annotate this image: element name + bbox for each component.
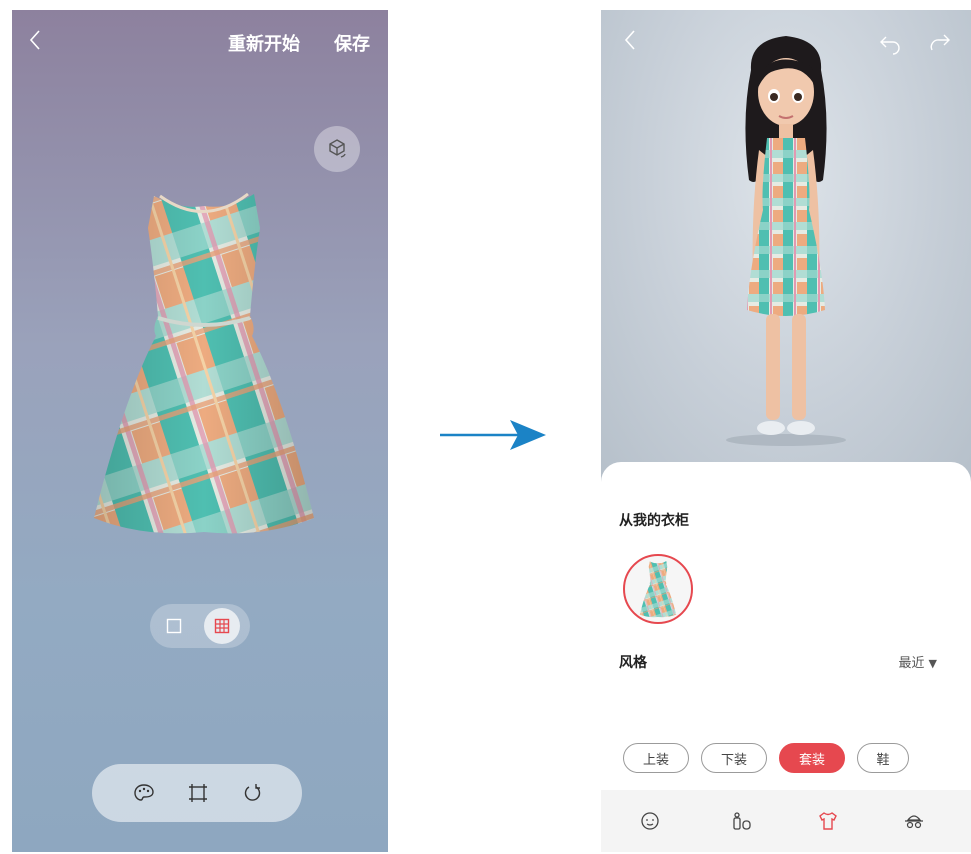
accessory-icon — [905, 815, 923, 829]
caret-down-icon: ▼ — [928, 657, 937, 670]
view-mode-toggle — [150, 604, 250, 648]
back-button[interactable] — [623, 28, 637, 58]
pattern-view-icon — [214, 618, 230, 634]
category-tops[interactable]: 上装 — [623, 743, 689, 773]
nav-clothing[interactable] — [815, 808, 841, 834]
rotate-3d-icon — [329, 139, 346, 158]
nav-accessory[interactable] — [901, 808, 927, 834]
category-shoes[interactable]: 鞋 — [857, 743, 909, 773]
avatar-figure[interactable] — [711, 30, 861, 450]
plain-view-button[interactable] — [156, 608, 192, 644]
crop-button[interactable] — [184, 779, 212, 807]
editing-toolbar — [92, 764, 302, 822]
wardrobe-title: 从我的衣柜 — [619, 513, 689, 529]
sort-dropdown[interactable]: 最近 ▼ — [899, 652, 937, 671]
dress-editor-screen: 重新开始 保存 — [12, 10, 388, 852]
nav-face[interactable] — [637, 808, 663, 834]
body-icon — [733, 812, 751, 830]
dress-preview[interactable] — [84, 188, 324, 538]
reset-icon — [244, 784, 261, 801]
nav-body[interactable] — [729, 808, 755, 834]
sort-label: 最近 — [898, 656, 925, 671]
reset-button[interactable] — [238, 779, 266, 807]
bottom-navigation — [601, 790, 971, 852]
back-button[interactable] — [28, 28, 52, 56]
undo-icon[interactable] — [877, 30, 903, 56]
transition-arrow-icon — [440, 420, 546, 450]
clothing-icon — [819, 812, 837, 830]
category-bottoms[interactable]: 下装 — [701, 743, 767, 773]
avatar-wardrobe-screen: 从我的衣柜 风格 最近 ▼ 上装 下装 套装 鞋 — [601, 10, 971, 852]
redo-icon[interactable] — [927, 30, 953, 56]
chevron-left-icon — [29, 30, 40, 50]
chevron-left-icon — [624, 30, 635, 50]
rotate-3d-button[interactable] — [314, 126, 360, 172]
plain-view-icon — [166, 618, 182, 634]
style-label: 风格 — [619, 655, 647, 671]
face-icon — [641, 812, 659, 830]
dress-thumbnail — [639, 560, 677, 618]
palette-icon — [134, 784, 154, 801]
wardrobe-panel: 从我的衣柜 风格 最近 ▼ 上装 下装 套装 鞋 — [601, 462, 971, 790]
crop-icon — [189, 784, 207, 802]
pattern-view-button[interactable] — [204, 608, 240, 644]
category-outfits[interactable]: 套装 — [779, 743, 845, 773]
avatar-stage — [601, 10, 971, 480]
restart-button[interactable]: 重新开始 — [228, 30, 300, 56]
palette-button[interactable] — [130, 779, 158, 807]
save-button[interactable]: 保存 — [334, 30, 370, 56]
wardrobe-item-dress[interactable] — [623, 554, 693, 624]
